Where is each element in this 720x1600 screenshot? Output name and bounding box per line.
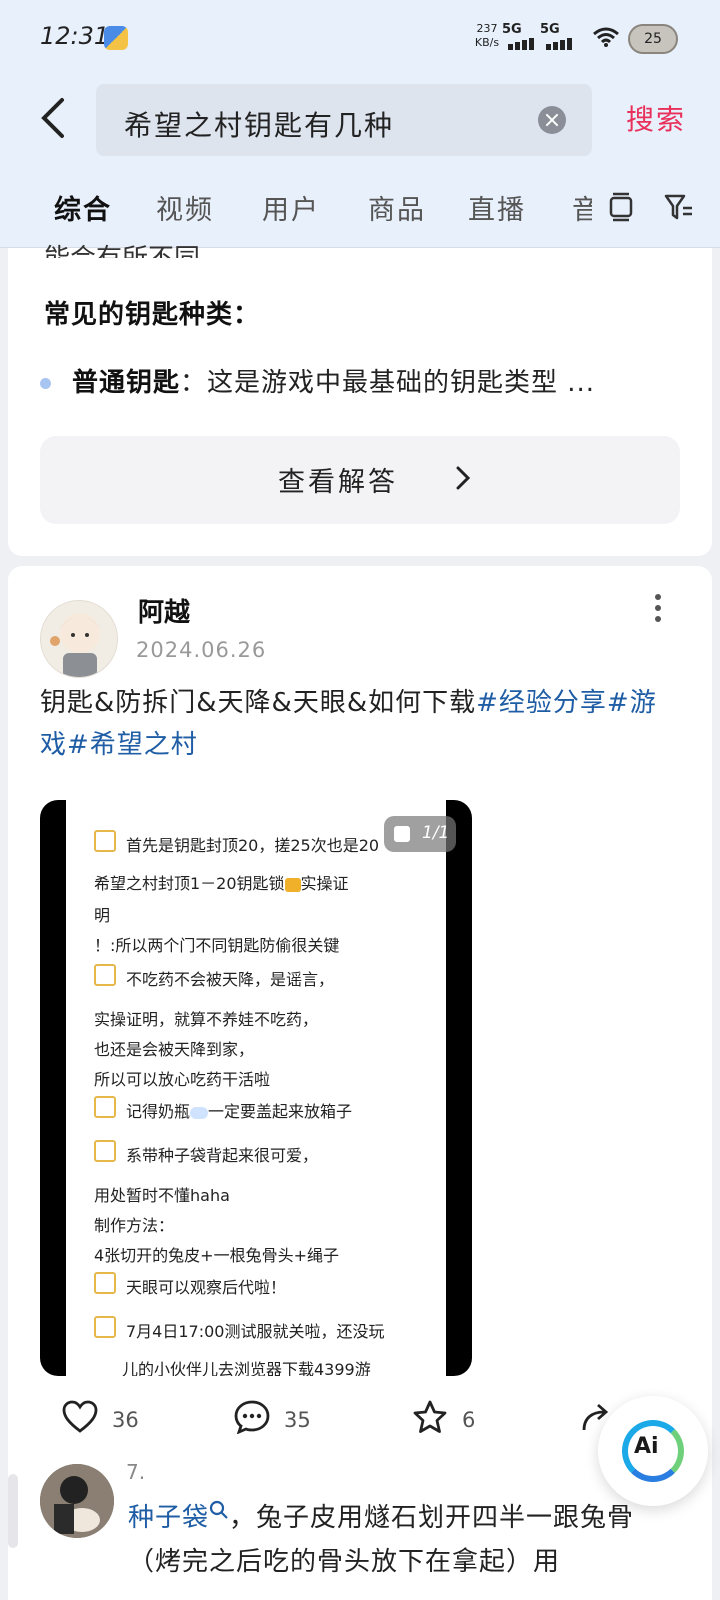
post-image[interactable]: 首先是钥匙封顶20，搓25次也是20 希望之村封顶1－20钥匙锁 实操证 明 ！:… <box>40 800 472 1376</box>
checkbox-icon <box>94 1316 116 1338</box>
tab-users[interactable]: 用户 <box>262 188 320 227</box>
avatar[interactable] <box>40 600 118 678</box>
bottle-icon <box>190 1106 209 1119</box>
wifi-icon <box>593 27 619 47</box>
clear-icon[interactable] <box>538 106 566 134</box>
back-arrow-icon[interactable] <box>34 94 74 142</box>
app-notification-icon <box>104 26 128 50</box>
lock-icon <box>284 877 301 892</box>
network-speed: 237 KB/s <box>474 22 500 49</box>
checkbox-icon <box>94 1272 116 1294</box>
checkbox-icon <box>94 830 116 852</box>
star-icon <box>413 1400 447 1433</box>
search-query[interactable]: 希望之村钥匙有几种 <box>124 104 394 144</box>
bullet-dot <box>40 378 51 389</box>
image-icon <box>394 826 410 842</box>
author-name[interactable]: 阿越 <box>138 592 190 629</box>
scrollbar[interactable] <box>8 1474 18 1548</box>
search-button[interactable]: 搜索 <box>626 98 686 138</box>
image-counter: 1/1 <box>384 816 456 852</box>
checkbox-icon <box>94 964 116 986</box>
tab-bar: 综合 视频 用户 商品 直播 音 <box>0 170 720 248</box>
comment-icon <box>234 1400 270 1434</box>
hashtag-link[interactable]: #希望之村 <box>67 730 198 760</box>
hashtag-link[interactable]: #经验分享 <box>476 688 607 718</box>
ai-assistant-button[interactable]: Ai <box>598 1396 708 1506</box>
checkbox-icon <box>94 1140 116 1162</box>
comment-index: 7. <box>126 1460 146 1484</box>
more-options-icon[interactable] <box>648 594 668 624</box>
tab-music[interactable]: 音 <box>572 188 592 227</box>
ai-answer-card: 能会有所不同。 常见的钥匙种类： 普通钥匙：这是游戏中最基础的钥匙类型 ... … <box>8 244 712 556</box>
search-header: 希望之村钥匙有几种 搜索 <box>0 76 720 170</box>
heart-icon <box>62 1400 98 1433</box>
signal-5g-icon: 5G <box>502 22 542 50</box>
search-input[interactable]: 希望之村钥匙有几种 <box>96 84 592 156</box>
note-screenshot: 首先是钥匙封顶20，搓25次也是20 希望之村封顶1－20钥匙锁 实操证 明 ！:… <box>66 800 446 1376</box>
comment-text: 种子袋 ，兔子皮用燧石划开四半一跟兔骨（烤完之后吃的骨头放下在拿起）用 <box>128 1496 688 1584</box>
tab-live[interactable]: 直播 <box>468 188 526 227</box>
answer-bullet: 普通钥匙：这是游戏中最基础的钥匙类型 ... <box>72 368 596 398</box>
filter-icon[interactable] <box>664 192 694 222</box>
status-bar: 12:31 237 KB/s 5G 5G 25 <box>0 0 720 76</box>
chevron-right-icon <box>456 466 470 490</box>
search-icon[interactable] <box>209 1500 229 1520</box>
comment-user-link[interactable]: 种子袋 <box>128 1503 209 1533</box>
tab-video[interactable]: 视频 <box>156 188 214 227</box>
battery-indicator: 25 <box>628 24 678 54</box>
avatar[interactable] <box>40 1464 114 1538</box>
tab-comprehensive[interactable]: 综合 <box>54 188 112 227</box>
post-text: 钥匙&防拆门&天降&天眼&如何下载#经验分享#游戏#希望之村 <box>40 688 657 760</box>
post-date: 2024.06.26 <box>136 638 267 662</box>
answer-truncated-text: 能会有所不同。 <box>44 238 226 258</box>
status-time: 12:31 <box>40 22 110 50</box>
checkbox-icon <box>94 1096 116 1118</box>
answer-heading: 常见的钥匙种类： <box>44 300 261 330</box>
layout-toggle-icon[interactable] <box>608 192 634 222</box>
view-answer-button[interactable]: 查看解答 <box>40 436 680 524</box>
signal-5g-icon: 5G <box>540 22 580 50</box>
tab-products[interactable]: 商品 <box>368 188 426 227</box>
